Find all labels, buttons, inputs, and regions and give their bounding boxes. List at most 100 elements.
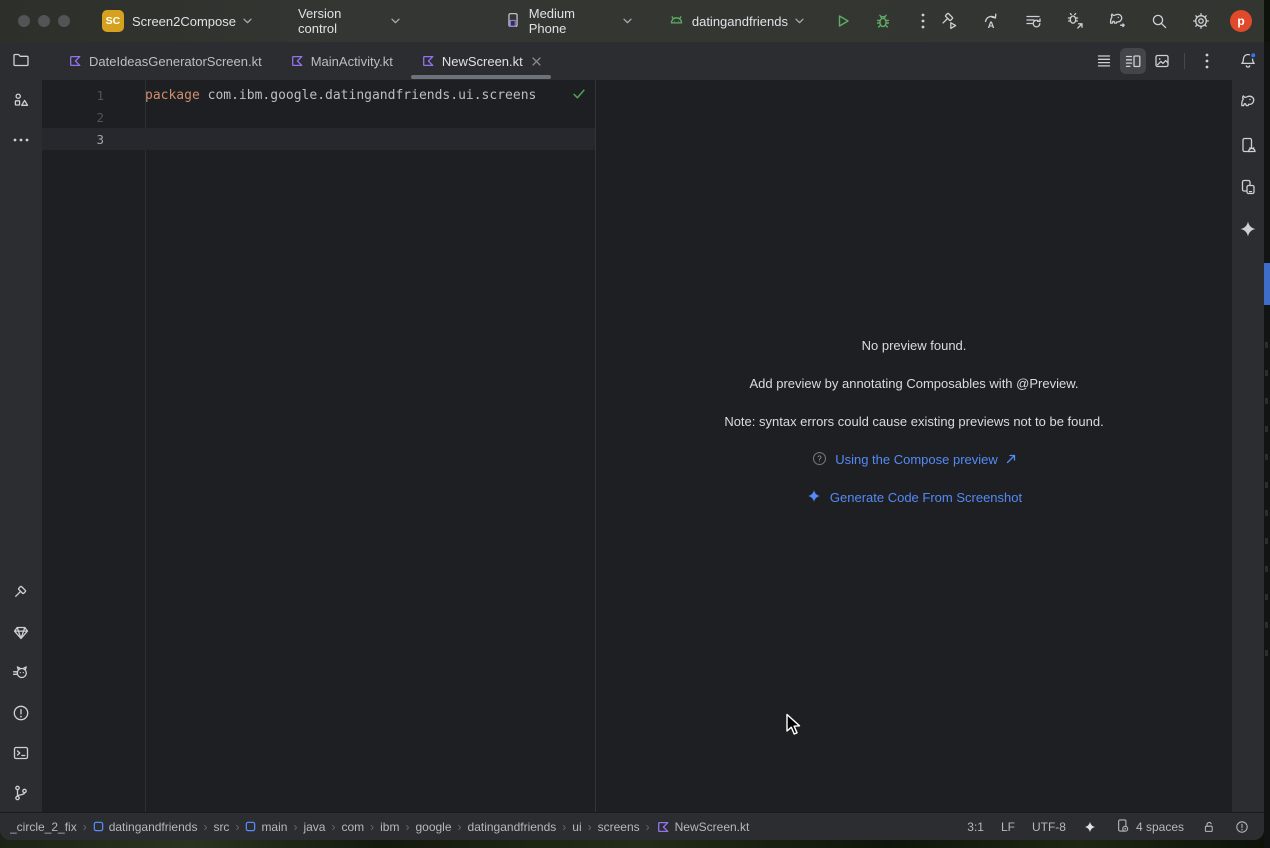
attach-debugger-icon[interactable]	[1062, 8, 1088, 34]
app-quality-insights-icon[interactable]	[7, 619, 35, 647]
breadcrumb-item[interactable]: datingandfriends	[468, 820, 557, 834]
external-link-icon	[1006, 452, 1016, 468]
problems-icon[interactable]	[7, 699, 35, 727]
caret-position[interactable]: 3:1	[967, 820, 984, 834]
inspections-icon[interactable]	[1234, 819, 1250, 835]
kotlin-file-icon	[68, 54, 82, 68]
breadcrumb-item[interactable]: NewScreen.kt	[656, 820, 750, 834]
more-tool-windows-icon[interactable]	[7, 126, 35, 154]
search-everywhere-icon[interactable]	[1146, 8, 1172, 34]
indent-settings[interactable]: 4 spaces	[1114, 817, 1184, 837]
device-selector[interactable]: Medium Phone	[504, 6, 632, 36]
terminal-icon[interactable]	[7, 739, 35, 767]
compose-preview-help-link[interactable]: ? Using the Compose preview	[812, 452, 1016, 468]
code-editor[interactable]: 1 package com.ibm.google.datingandfriend…	[42, 80, 596, 812]
settings-gear-icon[interactable]	[1188, 8, 1214, 34]
breadcrumb-separator: ›	[203, 820, 207, 834]
code-view-icon[interactable]	[1091, 48, 1117, 74]
kotlin-file-icon	[290, 54, 304, 68]
kotlin-file-icon	[656, 820, 670, 834]
breadcrumb-item[interactable]: screens	[598, 820, 640, 834]
breadcrumb-separator: ›	[83, 820, 87, 834]
breadcrumb-separator: ›	[458, 820, 462, 834]
version-control-menu[interactable]: Version control	[298, 6, 400, 36]
editor-options-kebab-icon[interactable]	[1194, 48, 1220, 74]
build-run-icon[interactable]	[936, 8, 962, 34]
breadcrumb-item[interactable]: ibm	[380, 820, 399, 834]
debug-button[interactable]	[870, 8, 896, 34]
editor-tab[interactable]: NewScreen.kt	[407, 42, 555, 80]
apply-changes-icon[interactable]: A	[978, 8, 1004, 34]
file-encoding[interactable]: UTF-8	[1032, 820, 1066, 834]
resource-manager-icon[interactable]	[7, 86, 35, 114]
gemini-assistant-icon[interactable]	[1234, 215, 1262, 243]
code-line-1: 1 package com.ibm.google.datingandfriend…	[42, 84, 595, 106]
generate-code-from-screenshot-link[interactable]: Generate Code From Screenshot	[806, 490, 1022, 506]
build-hammer-icon[interactable]	[7, 579, 35, 607]
apply-code-changes-icon[interactable]	[1020, 8, 1046, 34]
line-separator[interactable]: LF	[1001, 820, 1015, 834]
preview-message: Add preview by annotating Composables wi…	[750, 376, 1079, 392]
mouse-cursor	[785, 713, 805, 739]
editor-tab[interactable]: MainActivity.kt	[276, 42, 407, 80]
ide-window: SC Screen2Compose Version control Medium…	[0, 0, 1264, 840]
logcat-icon[interactable]	[7, 659, 35, 687]
indent-label: 4 spaces	[1136, 820, 1184, 834]
breadcrumb-item[interactable]: java	[303, 820, 325, 834]
editor-tab-bar: DateIdeasGeneratorScreen.kt MainActivity.…	[42, 42, 1232, 80]
breadcrumb-item[interactable]: google	[415, 820, 451, 834]
desktop-fragment	[1264, 263, 1270, 305]
chevron-down-icon	[391, 18, 400, 24]
breadcrumb-item[interactable]: _circle_2_fix	[10, 820, 77, 834]
project-menu[interactable]: Screen2Compose	[132, 14, 252, 29]
more-run-options-kebab-icon[interactable]	[910, 8, 936, 34]
user-avatar[interactable]: p	[1230, 10, 1252, 32]
close-window-button[interactable]	[18, 15, 30, 27]
tab-label: DateIdeasGeneratorScreen.kt	[89, 54, 262, 69]
device-selector-label: Medium Phone	[529, 6, 616, 36]
breadcrumb-item[interactable]: ui	[572, 820, 581, 834]
inspection-ok-check-icon[interactable]	[571, 86, 587, 106]
module-icon	[245, 821, 256, 832]
run-configuration-selector[interactable]: datingandfriends	[668, 11, 804, 31]
device-manager-icon[interactable]	[1234, 131, 1262, 159]
run-button[interactable]	[830, 8, 856, 34]
minimize-window-button[interactable]	[38, 15, 50, 27]
version-control-branch-icon[interactable]	[7, 779, 35, 807]
breadcrumb-item[interactable]: com	[341, 820, 364, 834]
android-head-icon	[668, 11, 685, 31]
design-view-icon[interactable]	[1149, 48, 1175, 74]
tab-close-icon[interactable]	[532, 57, 541, 66]
svg-text:?: ?	[817, 454, 822, 463]
chevron-down-icon	[243, 18, 252, 24]
divider	[1184, 53, 1185, 69]
gradle-icon[interactable]	[1234, 89, 1262, 117]
breadcrumb-item[interactable]: datingandfriends	[93, 820, 198, 834]
zoom-window-button[interactable]	[58, 15, 70, 27]
chevron-down-icon	[623, 18, 632, 24]
left-tool-strip	[0, 42, 42, 812]
desktop-fragment	[1265, 342, 1268, 662]
android-studio-screen: SC Screen2Compose Version control Medium…	[0, 0, 1270, 848]
ai-star-icon[interactable]	[1083, 820, 1097, 834]
link-label: Generate Code From Screenshot	[830, 490, 1022, 506]
notifications-bell-icon[interactable]	[1234, 47, 1262, 75]
running-devices-icon[interactable]	[1234, 173, 1262, 201]
unlocked-icon[interactable]	[1201, 819, 1217, 835]
breadcrumb-item[interactable]: src	[213, 820, 229, 834]
window-controls	[18, 15, 70, 27]
breadcrumb-label: screens	[598, 820, 640, 834]
breadcrumb-item[interactable]: main	[245, 820, 287, 834]
breadcrumb-label: NewScreen.kt	[675, 820, 750, 834]
breadcrumb-label: _circle_2_fix	[10, 820, 77, 834]
breadcrumb-separator: ›	[370, 820, 374, 834]
compose-preview-panel: No preview found. Add preview by annotat…	[596, 80, 1232, 812]
project-folder-icon[interactable]	[7, 46, 35, 74]
gradle-sync-icon[interactable]	[1104, 8, 1130, 34]
tab-label: MainActivity.kt	[311, 54, 393, 69]
breadcrumb-label: java	[303, 820, 325, 834]
editor-tab[interactable]: DateIdeasGeneratorScreen.kt	[54, 42, 276, 80]
breadcrumb-label: google	[415, 820, 451, 834]
line-number: 1	[42, 88, 145, 103]
split-view-icon[interactable]	[1120, 48, 1146, 74]
